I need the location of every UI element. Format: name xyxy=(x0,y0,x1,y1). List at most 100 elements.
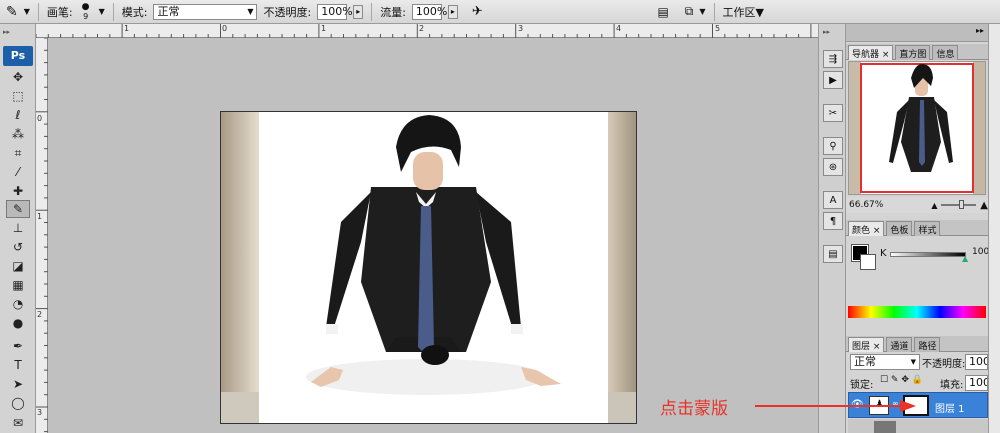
path-selection-tool-icon[interactable]: ➤ xyxy=(6,375,30,393)
layer-row-next[interactable] xyxy=(848,419,988,433)
ps-logo: Ps xyxy=(3,46,33,66)
zoom-value[interactable]: 66.67% xyxy=(849,200,883,210)
opacity-value: 100% xyxy=(321,4,353,18)
zoom-slider-thumb[interactable] xyxy=(959,200,965,209)
workspace-menu[interactable]: 工作区▼ xyxy=(723,4,764,20)
opacity-slider-button[interactable]: ▸ xyxy=(353,4,364,19)
link-icon[interactable]: ∞ xyxy=(892,399,899,408)
panels-collapse-icon[interactable]: ▸▸ xyxy=(976,26,984,35)
paragraph-panel-icon[interactable]: ¶ xyxy=(823,212,843,230)
flow-label: 流量: xyxy=(380,5,406,19)
zoom-slider[interactable] xyxy=(941,200,977,209)
tab-navigator[interactable]: 导航器 × xyxy=(848,45,894,60)
marquee-tool-icon[interactable]: ⬚ xyxy=(6,87,30,105)
collapsed-panel-dock: ▸▸ ⇶ ▶ ✂ ⚲ ⊛ A ¶ ▤ xyxy=(818,24,846,433)
fill-label: 填充: xyxy=(940,380,964,391)
eraser-tool-icon[interactable]: ◪ xyxy=(6,257,30,275)
ruler-label: 1 xyxy=(321,24,327,33)
magic-wand-tool-icon[interactable]: ⁂ xyxy=(6,125,30,143)
tool-preset-dropdown-icon[interactable]: ▼ xyxy=(24,7,30,16)
tab-label: 图层 xyxy=(852,342,871,352)
zoom-out-icon[interactable]: ▲ xyxy=(931,201,937,210)
healing-brush-tool-icon[interactable]: ✚ xyxy=(6,182,30,200)
navigator-thumbnail xyxy=(849,62,985,194)
background-color-swatch[interactable] xyxy=(860,254,876,270)
zoom-in-icon[interactable]: ▲ xyxy=(980,200,988,211)
flow-input[interactable]: 100% xyxy=(411,3,447,20)
opacity-input[interactable]: 100% xyxy=(317,3,353,20)
actions-panel-icon[interactable]: ▶ xyxy=(823,71,843,89)
history-panel-icon[interactable]: ⇶ xyxy=(823,50,843,68)
brushes-panel-icon[interactable]: ⚲ xyxy=(823,137,843,155)
brush-tool-icon[interactable]: ✎ xyxy=(6,4,18,20)
toolbar-grip[interactable]: ▸▸ xyxy=(3,28,33,38)
mode-label: 模式: xyxy=(121,5,148,19)
blur-tool-icon[interactable]: ◔ xyxy=(6,295,30,313)
layer-mask-thumbnail[interactable] xyxy=(903,395,929,416)
chevron-down-icon: ▼ xyxy=(910,358,916,366)
clone-source-icon[interactable]: ⊛ xyxy=(823,158,843,176)
annotation-text: 点击蒙版 xyxy=(660,399,728,419)
pen-tool-icon[interactable]: ✒ xyxy=(6,337,30,355)
bridge-icon[interactable]: ⧉ xyxy=(685,4,694,19)
fill-value: 100% xyxy=(969,376,987,389)
history-brush-tool-icon[interactable]: ↺ xyxy=(6,238,30,256)
mode-select[interactable]: 正常 ▼ xyxy=(153,3,258,20)
separator xyxy=(37,2,39,21)
eyedropper-tool-icon[interactable]: ⁄ xyxy=(6,163,30,181)
lock-icons[interactable]: ☐ ✎ ✥ 🔒 xyxy=(880,375,923,385)
character-panel-icon[interactable]: A xyxy=(823,191,843,209)
brush-size: 9 xyxy=(83,11,89,21)
dock-grip[interactable]: ▸▸ xyxy=(823,28,830,36)
channel-value[interactable]: 100 xyxy=(972,247,989,257)
layer-comps-icon[interactable]: ▤ xyxy=(823,245,843,263)
k-channel-slider[interactable] xyxy=(890,252,966,257)
flow-slider-button[interactable]: ▸ xyxy=(447,4,458,19)
move-tool-icon[interactable]: ✥ xyxy=(6,68,30,86)
document-icon[interactable]: ▤ xyxy=(657,5,668,19)
brush-dot-icon: ● xyxy=(81,1,90,12)
clone-stamp-tool-icon[interactable]: ⊥ xyxy=(6,219,30,237)
navigator-preview[interactable] xyxy=(848,61,986,195)
crop-tool-icon[interactable]: ⌗ xyxy=(6,144,30,162)
blend-mode-select[interactable]: 正常 ▼ xyxy=(850,354,920,370)
tab-color[interactable]: 颜色 × xyxy=(848,221,885,236)
mode-value: 正常 xyxy=(157,4,180,18)
tab-styles[interactable]: 样式 xyxy=(914,221,941,236)
layer-thumbnail-partial xyxy=(874,421,896,433)
brush-tool-icon[interactable]: ✎ xyxy=(6,200,30,218)
layer-opacity-input[interactable]: 100% xyxy=(965,354,988,370)
shape-tool-icon[interactable]: ◯ xyxy=(6,394,30,412)
layer-name[interactable]: 图层 1 xyxy=(935,400,965,415)
gradient-tool-icon[interactable]: ▦ xyxy=(6,276,30,294)
layer-thumbnail[interactable]: ♟ xyxy=(869,396,889,415)
ruler-label: 2 xyxy=(37,310,43,319)
separator xyxy=(713,2,715,21)
visibility-eye-icon[interactable]: 👁 xyxy=(851,399,864,410)
type-tool-icon[interactable]: T xyxy=(6,356,30,374)
tab-paths[interactable]: 路径 xyxy=(914,337,941,352)
tab-layers[interactable]: 图层 × xyxy=(848,337,885,352)
layer-row-selected[interactable]: 👁 ♟ ∞ 图层 1 xyxy=(848,392,988,418)
brush-picker-arrow-icon[interactable]: ▼ xyxy=(99,7,105,16)
tab-info[interactable]: 信息 xyxy=(932,45,959,60)
tool-presets-icon[interactable]: ✂ xyxy=(823,104,843,122)
bridge-dropdown-icon[interactable]: ▼ xyxy=(699,7,705,16)
fill-input[interactable]: 100% xyxy=(965,375,988,391)
tools-panel: ▸▸ Ps ✥ ⬚ ℓ ⁂ ⌗ ⁄ ✚ ✎ ⊥ ↺ ◪ ▦ ◔ ● ✒ T ➤ … xyxy=(0,24,36,433)
k-slider-thumb-icon[interactable]: ▲ xyxy=(962,254,968,263)
color-tabs: 颜色 × 色板 样式 xyxy=(846,220,988,236)
tab-channels[interactable]: 通道 xyxy=(886,337,913,352)
color-spectrum-bar[interactable] xyxy=(848,306,986,318)
document-canvas[interactable] xyxy=(220,111,637,424)
dodge-tool-icon[interactable]: ● xyxy=(6,314,30,332)
airbrush-icon[interactable]: ✈ xyxy=(472,4,483,19)
lasso-tool-icon[interactable]: ℓ xyxy=(6,106,30,124)
tab-histogram[interactable]: 直方图 xyxy=(895,45,931,60)
brush-picker[interactable]: ● 9 xyxy=(79,1,93,21)
ruler-label: 1 xyxy=(124,24,130,33)
notes-tool-icon[interactable]: ✉ xyxy=(6,414,30,432)
ruler-label: 0 xyxy=(37,114,43,123)
tutorial-annotation: 点击蒙版 xyxy=(660,394,728,419)
tab-swatches[interactable]: 色板 xyxy=(886,221,913,236)
